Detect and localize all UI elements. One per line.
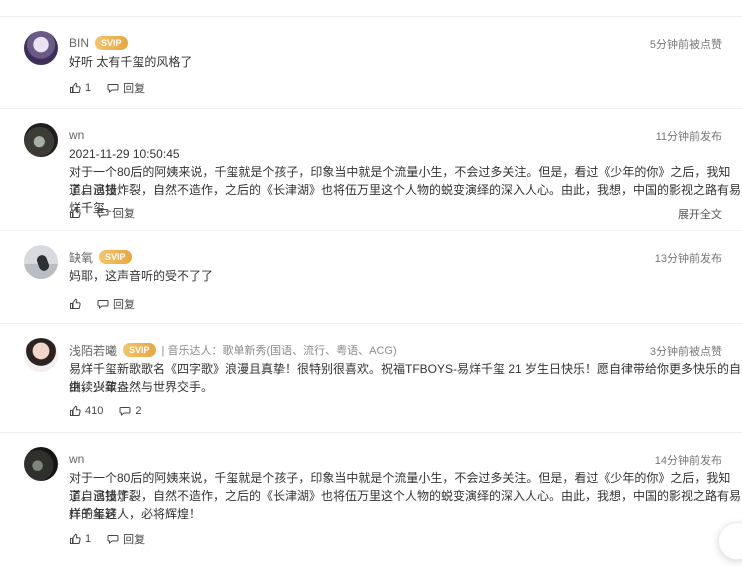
- like-count: 410: [85, 405, 104, 417]
- comment-text-line: 了。演技炸裂，自然不造作，之后的《长津湖》也将伍万里这个人物的蜕变演绎的深入人心…: [69, 183, 742, 215]
- reply-button[interactable]: 回复: [97, 205, 135, 221]
- actions: 410 2: [69, 405, 141, 417]
- comment-item: wn 11分钟前发布 2021-11-29 10:50:45 对于一个80后的阿…: [0, 108, 742, 231]
- timestamp: 14分钟前发布: [654, 455, 722, 467]
- thumbs-up-icon: [70, 533, 81, 544]
- username[interactable]: 缺氧: [69, 249, 93, 266]
- actions: 1 回复: [69, 531, 145, 547]
- comment-date: 2021-11-29 10:50:45: [69, 147, 180, 161]
- comment-item: 浅陌若曦 SVIP | 音乐达人：歌单新秀(国语、流行、粤语、ACG) 3分钟前…: [0, 323, 742, 433]
- reply-button[interactable]: 回复: [107, 80, 145, 96]
- comment-icon: [97, 300, 109, 310]
- comment-text-line: 继续兴致盎然与世界交手。: [69, 380, 214, 394]
- username[interactable]: BIN: [69, 36, 89, 50]
- reply-label: 回复: [113, 299, 135, 311]
- thumbs-up-icon: [70, 82, 81, 93]
- actions: 回复: [69, 205, 135, 221]
- comment-text: 好听 太有千玺的风格了: [69, 55, 193, 69]
- thumbs-up-icon: [70, 298, 81, 309]
- comment-icon: [97, 209, 109, 219]
- thumbs-up-icon: [70, 207, 81, 218]
- timestamp: 13分钟前发布: [654, 253, 722, 265]
- reply-count: 2: [135, 405, 142, 417]
- like-button[interactable]: 1: [69, 82, 91, 94]
- svip-badge: SVIP: [95, 36, 128, 50]
- svip-badge: SVIP: [123, 343, 156, 357]
- reply-label: 回复: [123, 534, 146, 546]
- timestamp: 3分钟前被点赞: [649, 346, 722, 358]
- username[interactable]: wn: [69, 128, 84, 142]
- username[interactable]: wn: [69, 452, 84, 466]
- avatar[interactable]: [24, 31, 58, 65]
- like-count: 1: [85, 82, 92, 94]
- username[interactable]: 浅陌若曦: [69, 342, 117, 359]
- user-title: | 音乐达人：歌单新秀(国语、流行、粤语、ACG): [161, 345, 397, 357]
- comment-icon: [119, 407, 131, 417]
- like-button[interactable]: [69, 298, 81, 310]
- avatar[interactable]: [24, 123, 58, 157]
- comment-item: wn 14分钟前发布 对于一个80后的阿姨来说，千玺就是个孩子，印象当中就是个流…: [0, 432, 742, 566]
- timestamp: 11分钟前发布: [655, 131, 722, 143]
- actions: 1 回复: [69, 80, 145, 96]
- like-button[interactable]: [69, 207, 81, 219]
- reply-button[interactable]: 回复: [97, 296, 135, 312]
- avatar[interactable]: [24, 338, 58, 372]
- comment-text: 妈耶，这声音听的受不了了: [69, 269, 214, 283]
- avatar[interactable]: [24, 245, 58, 279]
- comment-item: BIN SVIP 5分钟前被点赞 好听 太有千玺的风格了 1 回复: [0, 16, 742, 109]
- comment-item: 缺氧 SVIP 13分钟前发布 妈耶，这声音听的受不了了 回复: [0, 230, 742, 324]
- reply-label: 回复: [113, 208, 135, 220]
- reply-button[interactable]: 回复: [107, 531, 145, 547]
- expand-full-text-link[interactable]: 展开全文: [678, 206, 722, 222]
- comment-text-line: 样的年轻人，必将辉煌！: [69, 507, 202, 521]
- reply-label: 回复: [123, 83, 146, 95]
- svip-badge: SVIP: [99, 250, 132, 264]
- timestamp: 5分钟前被点赞: [649, 39, 722, 51]
- thumbs-up-icon: [70, 405, 81, 416]
- comment-icon: [107, 535, 119, 545]
- like-count: 1: [85, 533, 92, 545]
- comment-icon: [107, 84, 119, 94]
- like-button[interactable]: 1: [69, 533, 91, 545]
- replies-button[interactable]: 2: [119, 405, 141, 417]
- actions: 回复: [69, 296, 135, 312]
- like-button[interactable]: 410: [69, 405, 103, 417]
- avatar[interactable]: [24, 447, 58, 481]
